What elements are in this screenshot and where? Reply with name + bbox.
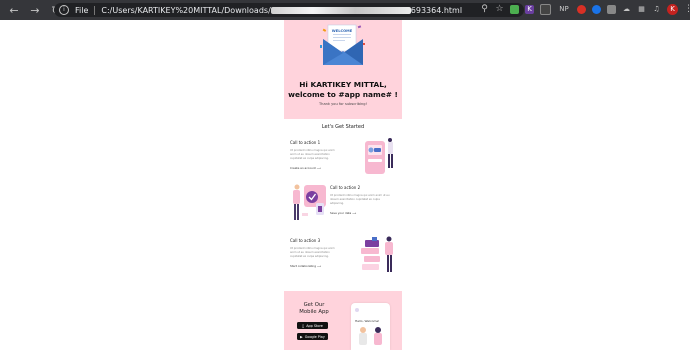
greeting-line-1: Hi KARTIKEY MITTAL, [299, 80, 387, 89]
profile-avatar[interactable]: K [667, 4, 678, 15]
cta-1-title: Call to action 1 [290, 140, 321, 145]
cta-2-body: Ut proident nibhu magna qui enim anim ut… [330, 194, 390, 206]
forward-arrow-icon[interactable]: → [29, 5, 41, 16]
extension-grey-icon[interactable] [607, 5, 616, 14]
envelope-illustration: WELCOME [320, 24, 365, 65]
extension-green-icon[interactable] [510, 5, 519, 14]
envelope-label: WELCOME [332, 29, 353, 33]
url-suffix: 693364.html [410, 5, 463, 15]
menu-kebab-icon[interactable]: ⋮ [684, 5, 690, 14]
protocol-label: File [75, 5, 89, 15]
phone-figures-illustration [359, 327, 382, 345]
app-store-button[interactable]:  App Store [297, 322, 328, 329]
google-play-button[interactable]: ▶ Google Play [297, 333, 328, 340]
cta-1-body: Ut proident nibhu magna qui enim anim ut… [290, 149, 335, 161]
app-store-label: App Store [305, 323, 323, 328]
cta-3-body: Ut proident nibhu magna qui enim anim ut… [290, 247, 335, 259]
cloud-icon[interactable]: ☁ [622, 5, 631, 14]
section-title: Let's Get Started [321, 124, 365, 130]
cta-3-title: Call to action 3 [290, 238, 321, 243]
email-body: WELCOME Hi KARTIKEY MITTAL, welcome to #… [284, 20, 402, 350]
phone-label: Hello, Welcome! [355, 319, 380, 323]
mobile-heading-line-2: Mobile App [299, 309, 329, 315]
cta-1-text: Call to action 1 Ut proident nibhu magna… [290, 140, 338, 170]
thanks-text: Thank you for subscribing! [318, 102, 368, 106]
cta-3-illustration [361, 236, 393, 272]
extension-box-icon[interactable] [540, 4, 551, 15]
extension-blue-icon[interactable] [592, 5, 601, 14]
extension-k-icon[interactable]: K [525, 5, 534, 14]
phone-avatar-icon [355, 308, 359, 312]
extensions-puzzle-icon[interactable]: ▦ [637, 5, 646, 14]
mobile-app-section: Get Our Mobile App  App Store ▶ Google … [284, 291, 402, 350]
back-arrow-icon[interactable]: ← [8, 5, 20, 16]
address-separator [94, 5, 96, 15]
media-icon[interactable]: ♫ [652, 5, 661, 14]
extension-np-icon[interactable]: NP [557, 5, 571, 14]
cta-3-link[interactable]: Start collaborating ⟶ [290, 264, 338, 268]
toolbar-icons: ⚲ ☆ K NP ☁ ▦ ♫ K ⋮ [480, 4, 690, 15]
google-play-label: Google Play [304, 334, 325, 339]
greeting-heading: Hi KARTIKEY MITTAL, welcome to #app name… [284, 80, 402, 99]
bookmark-star-icon[interactable]: ☆ [495, 5, 504, 14]
zoom-icon[interactable]: ⚲ [480, 5, 489, 14]
cta-3-text: Call to action 3 Ut proident nibhu magna… [290, 238, 338, 268]
cta-2-title: Call to action 2 [330, 185, 361, 190]
info-icon[interactable]: i [59, 5, 69, 15]
mobile-app-heading: Get Our Mobile App [292, 302, 336, 316]
nav-buttons: ← → ↻ [0, 5, 62, 16]
play-icon: ▶ [300, 334, 303, 339]
browser-toolbar: ← → ↻ i File C:/Users/KARTIKEY%20MITTAL/… [0, 0, 690, 20]
phone-mockup: Hello, Welcome! [351, 303, 390, 350]
cta-1-link[interactable]: Create an account ⟶ [290, 166, 338, 170]
extension-red-icon[interactable] [577, 5, 586, 14]
apple-icon:  [302, 324, 304, 328]
cta-2-link[interactable]: Save your data ⟶ [330, 211, 390, 215]
hero-section: WELCOME Hi KARTIKEY MITTAL, welcome to #… [284, 20, 402, 119]
url-prefix: C:/Users/KARTIKEY%20MITTAL/Downloads/ [101, 5, 271, 15]
url-text[interactable]: C:/Users/KARTIKEY%20MITTAL/Downloads/693… [101, 6, 462, 15]
cta-2-text: Call to action 2 Ut proident nibhu magna… [330, 185, 390, 215]
address-bar[interactable]: i File C:/Users/KARTIKEY%20MITTAL/Downlo… [54, 3, 524, 17]
greeting-line-2: welcome to #app name# ! [288, 89, 398, 99]
redacted-segment [270, 6, 411, 14]
cta-2-illustration [293, 184, 326, 220]
cta-1-illustration [365, 138, 393, 174]
mobile-heading-line-1: Get Our [303, 302, 325, 308]
